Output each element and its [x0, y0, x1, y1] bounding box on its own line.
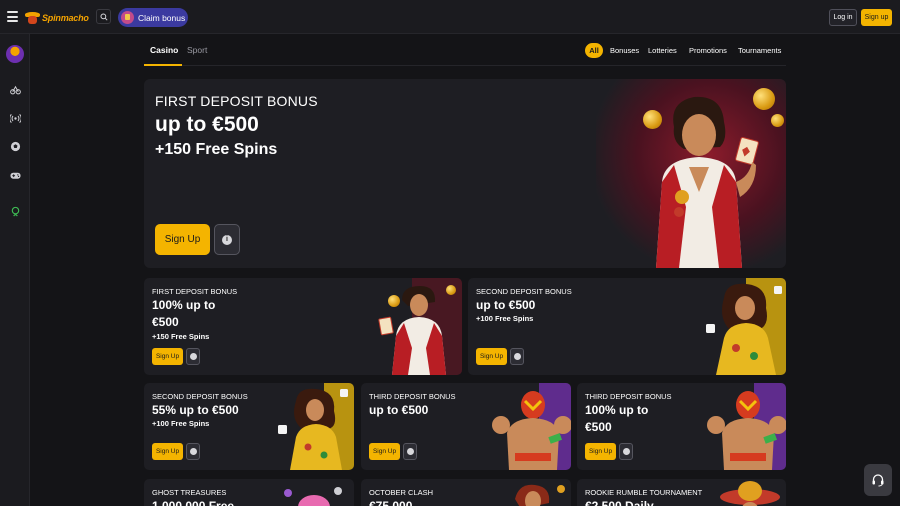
filter-lotteries[interactable]: Lotteries — [648, 43, 677, 58]
card-amount: up to €500 — [476, 298, 536, 312]
bonus-card[interactable]: SECOND DEPOSIT BONUS 55% up to €500 +100… — [144, 383, 354, 470]
card-info-button[interactable] — [186, 443, 200, 460]
bonus-card[interactable]: THIRD DEPOSIT BONUS up to €500 Sign Up — [361, 383, 571, 470]
info-icon — [513, 353, 521, 360]
info-icon — [189, 448, 197, 455]
bonus-card[interactable]: SECOND DEPOSIT BONUS up to €500 +100 Fre… — [468, 278, 786, 375]
bonus-card[interactable]: FIRST DEPOSIT BONUS 100% up to €500 +150… — [144, 278, 462, 375]
card-info-button[interactable] — [619, 443, 633, 460]
filter-tournaments[interactable]: Tournaments — [738, 43, 781, 58]
hero-spins: +150 Free Spins — [155, 141, 278, 158]
tab-active-indicator — [144, 64, 182, 66]
promo-card[interactable]: OCTOBER CLASH €75,000 — [361, 479, 571, 506]
card-amount: €2,500 Daily — [585, 499, 654, 506]
hero-info-button[interactable]: i — [214, 224, 240, 255]
logo-mark-icon — [25, 11, 40, 24]
hero-title: FIRST DEPOSIT BONUS — [155, 93, 318, 109]
support-chat-button[interactable] — [864, 464, 892, 496]
card-spins: +150 Free Spins — [152, 332, 210, 341]
tab-casino[interactable]: Casino — [150, 45, 178, 55]
bike-icon[interactable] — [9, 83, 21, 95]
card-info-button[interactable] — [403, 443, 417, 460]
card-title: FIRST DEPOSIT BONUS — [152, 287, 238, 296]
filter-all[interactable]: All — [585, 43, 603, 58]
card-info-button[interactable] — [510, 348, 524, 365]
claim-bonus-label: Claim bonus — [138, 12, 186, 23]
headset-icon — [872, 474, 884, 487]
piggy-bank-image — [284, 487, 342, 506]
tab-sport[interactable]: Sport — [187, 45, 207, 55]
top-bar: Spinmacho Claim bonus Log in Sign up — [0, 0, 900, 34]
card-amount: 100% up to €500 — [585, 403, 649, 434]
card-title: ROOKIE RUMBLE TOURNAMENT — [585, 488, 703, 497]
hero-signup-button[interactable]: Sign Up — [155, 224, 210, 255]
wrestler-character-image — [707, 383, 786, 470]
promo-card[interactable]: ROOKIE RUMBLE TOURNAMENT €2,500 Daily — [577, 479, 786, 506]
login-button[interactable]: Log in — [829, 9, 857, 26]
card-title: THIRD DEPOSIT BONUS — [585, 392, 672, 401]
card-title: THIRD DEPOSIT BONUS — [369, 392, 456, 401]
filter-promotions[interactable]: Promotions — [689, 43, 727, 58]
card-title: SECOND DEPOSIT BONUS — [152, 392, 248, 401]
card-signup-button[interactable]: Sign Up — [152, 443, 183, 460]
avatar[interactable] — [6, 45, 24, 63]
card-amount: up to €500 — [369, 403, 429, 417]
promo-card[interactable]: GHOST TREASURES 1,000,000 Free — [144, 479, 354, 506]
card-title: GHOST TREASURES — [152, 488, 227, 497]
card-spins: +100 Free Spins — [152, 419, 210, 428]
gamepad-icon[interactable] — [9, 169, 21, 181]
search-icon — [99, 12, 108, 21]
info-icon: i — [222, 234, 232, 245]
info-icon — [189, 353, 197, 360]
coin-icon — [753, 88, 775, 110]
sombrero-character-image — [720, 481, 780, 506]
claim-bonus-button[interactable]: Claim bonus — [118, 8, 188, 27]
card-amount: 100% up to €500 — [152, 298, 216, 329]
info-icon — [622, 448, 630, 455]
support-agent-icon[interactable] — [9, 205, 21, 217]
broadcast-icon[interactable] — [9, 112, 21, 124]
wrestler-character-image — [492, 383, 571, 470]
signup-button[interactable]: Sign up — [861, 9, 892, 26]
card-info-button[interactable] — [186, 348, 200, 365]
card-spins: +100 Free Spins — [476, 314, 534, 323]
search-button[interactable] — [96, 9, 111, 24]
sidebar — [0, 34, 30, 506]
info-icon — [406, 448, 414, 455]
card-title: SECOND DEPOSIT BONUS — [476, 287, 572, 296]
bonus-card[interactable]: THIRD DEPOSIT BONUS 100% up to €500 Sign… — [577, 383, 786, 470]
coin-icon — [388, 295, 400, 307]
menu-icon[interactable] — [7, 11, 18, 22]
filter-bonuses[interactable]: Bonuses — [610, 43, 639, 58]
hero-amount: up to €500 — [155, 113, 259, 136]
coin-icon — [446, 285, 456, 295]
card-title: OCTOBER CLASH — [369, 488, 434, 497]
card-signup-button[interactable]: Sign Up — [152, 348, 183, 365]
coin-icon — [771, 114, 784, 127]
card-signup-button[interactable]: Sign Up — [369, 443, 400, 460]
gift-icon — [121, 11, 134, 24]
hero-banner: FIRST DEPOSIT BONUS up to €500 +150 Free… — [144, 79, 786, 268]
tab-divider — [144, 65, 786, 66]
logo[interactable]: Spinmacho — [25, 9, 89, 26]
dancer-character-image — [515, 484, 565, 506]
dancer-character-image — [278, 383, 354, 470]
card-signup-button[interactable]: Sign Up — [585, 443, 616, 460]
coin-icon — [643, 110, 662, 129]
card-signup-button[interactable]: Sign Up — [476, 348, 507, 365]
card-amount: 55% up to €500 — [152, 403, 239, 417]
logo-text: Spinmacho — [42, 12, 89, 23]
card-amount: €75,000 — [369, 499, 413, 506]
dancer-character-image — [706, 278, 786, 375]
soccer-ball-icon[interactable] — [9, 140, 21, 152]
